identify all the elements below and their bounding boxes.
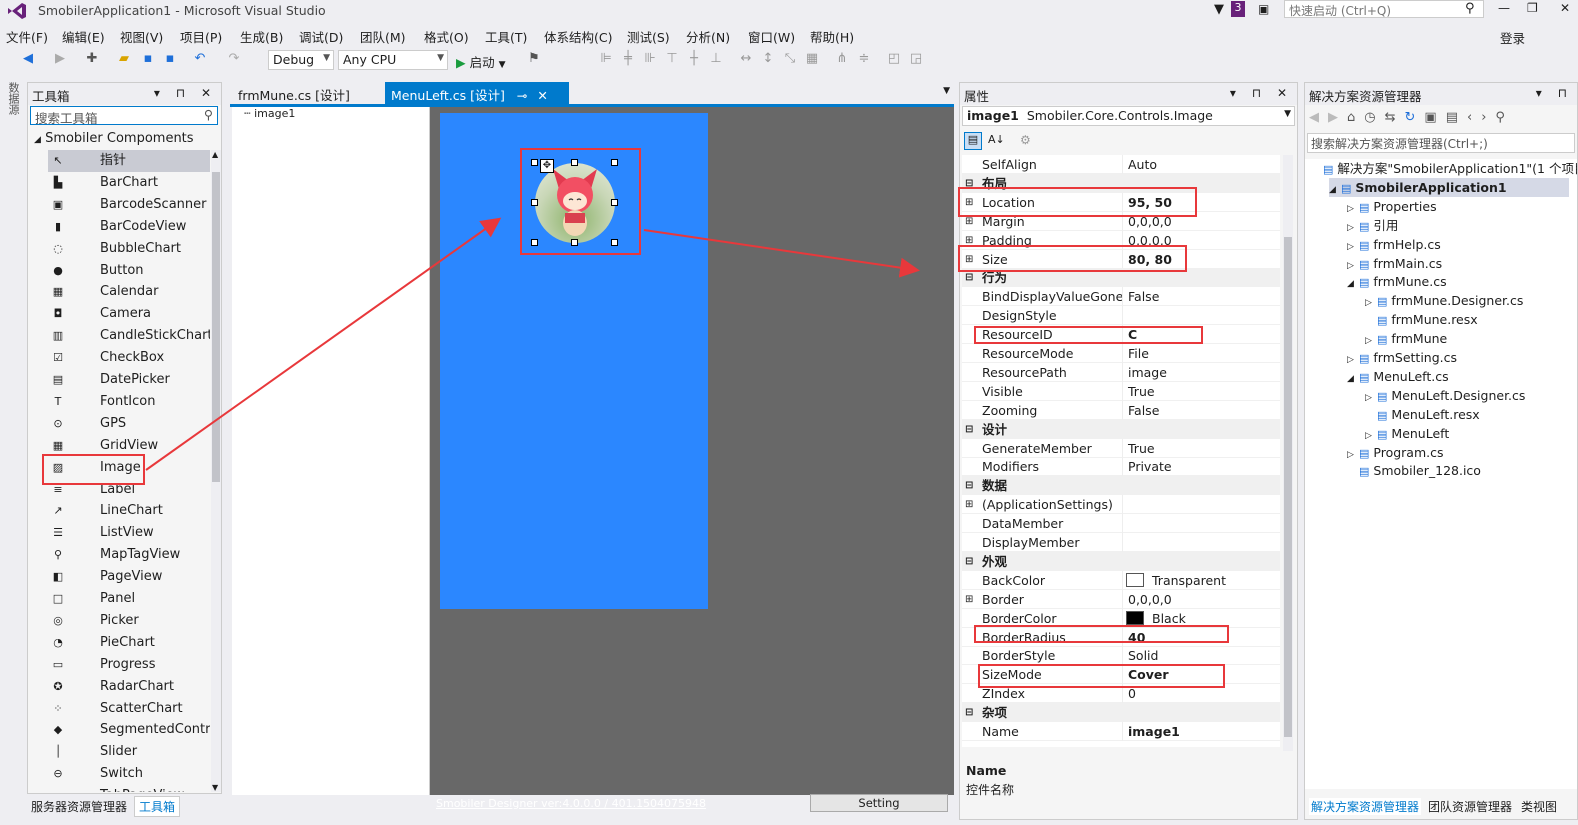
arrow-toolbox-to-canvas	[145, 217, 502, 471]
arrow-canvas-to-props	[643, 229, 920, 278]
annotation-arrows	[145, 217, 920, 471]
